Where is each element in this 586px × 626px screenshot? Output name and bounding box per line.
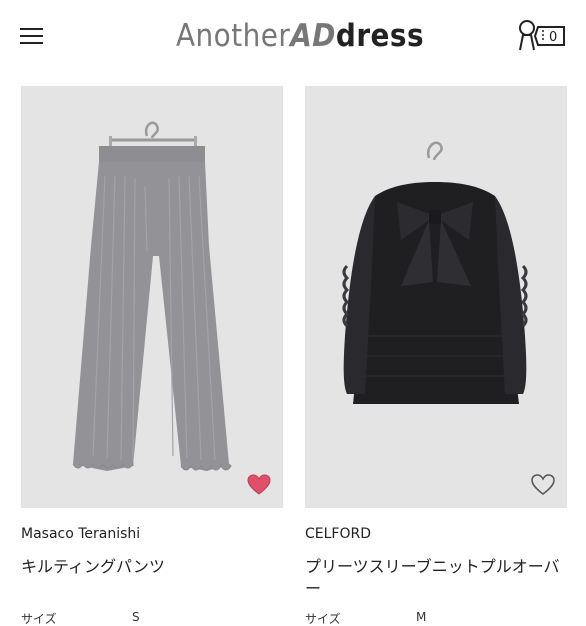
product-card[interactable]: CELFORD プリーツスリーブニットプルオーバー [305,86,567,600]
logo-text-ad: AD [290,18,336,54]
product-brand[interactable]: Masaco Teranishi [21,524,283,544]
favorite-heart-icon[interactable] [531,474,555,496]
favorite-heart-icon[interactable] [247,474,271,496]
site-logo[interactable]: AnotherADdress [176,16,424,56]
product-card[interactable]: Masaco Teranishi キルティングパンツ [21,86,283,578]
hamburger-menu-icon[interactable] [20,26,44,46]
closet-account-icon[interactable]: 0 [516,18,566,52]
product-name[interactable]: キルティングパンツ [21,556,283,578]
product-name[interactable]: プリーツスリーブニットプルオーバー [305,556,560,600]
app-header: AnotherADdress 0 [0,0,586,74]
product-brand[interactable]: CELFORD [305,524,567,544]
product-size-row: サイズ S [21,610,140,626]
size-label: サイズ [305,612,341,626]
product-image-blouse[interactable] [305,86,567,508]
closet-count: 0 [549,30,557,45]
size-value: S [132,610,140,624]
logo-text-another: Another [176,18,291,54]
size-label: サイズ [21,612,57,626]
product-size-row: サイズ M [305,610,426,626]
product-image-pants[interactable] [21,86,283,508]
logo-text-dress: dress [335,18,425,54]
size-value: M [416,610,427,624]
